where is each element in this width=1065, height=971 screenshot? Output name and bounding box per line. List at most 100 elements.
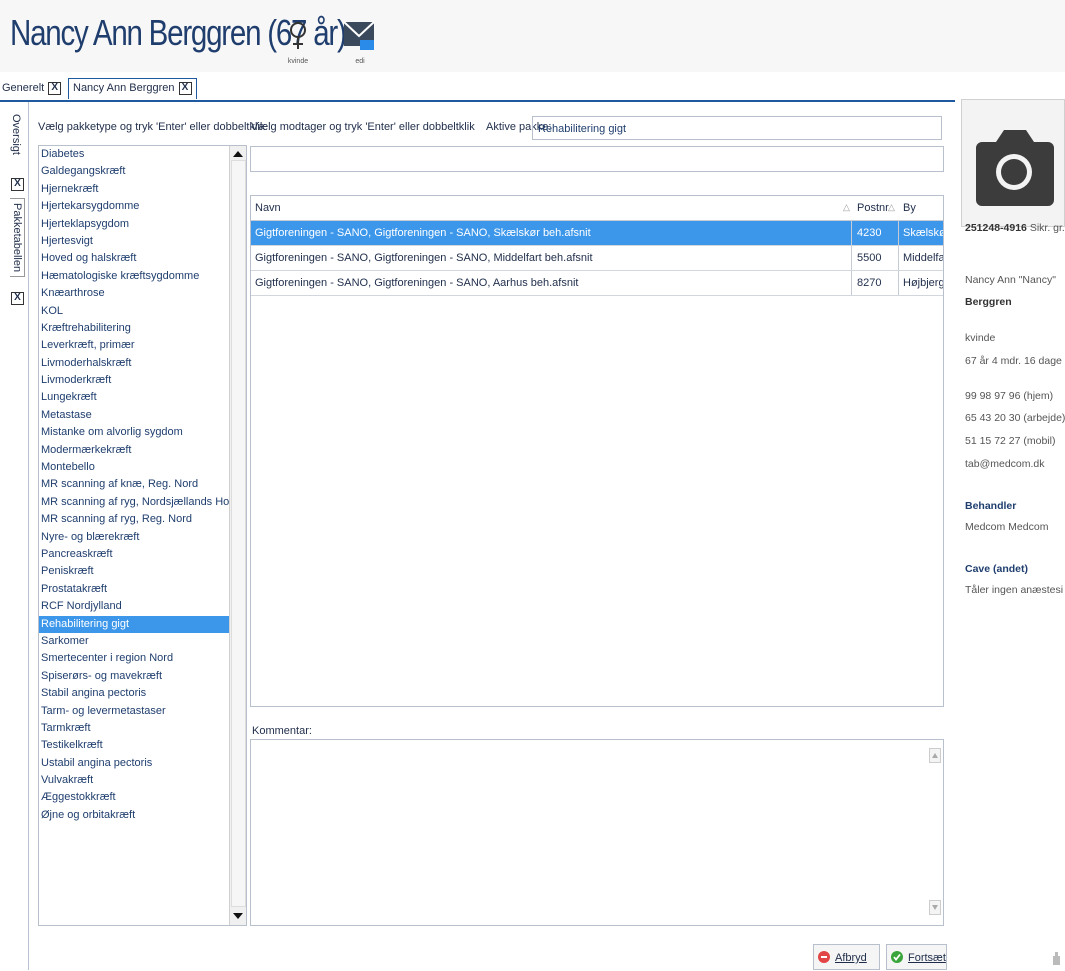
package-list-item[interactable]: Spiserørs- og mavekræft [39,668,229,685]
side-tabs: Oversigt X Pakketabellen X [0,102,29,970]
cave-label: Cave (andet) [965,563,1029,575]
table-row[interactable]: Gigtforeningen - SANO, Gigtforeningen - … [251,221,943,246]
scroll-thumb[interactable] [231,160,246,907]
package-list-item[interactable]: Pancreaskræft [39,546,229,563]
female-icon[interactable]: kvinde [278,16,318,66]
comment-textarea[interactable] [250,739,944,926]
table-row[interactable]: Gigtforeningen - SANO, Gigtforeningen - … [251,271,943,296]
package-list-item[interactable]: Nyre- og blærekræft [39,529,229,546]
package-list-item[interactable]: Smertecenter i region Nord [39,650,229,667]
sort-icon[interactable]: △ [888,196,895,218]
recipient-list-label: Vælg modtager og tryk 'Enter' eller dobb… [251,121,475,133]
package-list-item[interactable]: Hæmatologiske kræftsygdomme [39,268,229,285]
cell-by: Højbjerg [903,277,943,289]
package-list-item[interactable]: Vulvakræft [39,772,229,789]
package-list-item[interactable]: Æggestokkræft [39,789,229,806]
package-list-item[interactable]: Hoved og halskræft [39,250,229,267]
package-list-item[interactable]: Kræftrehabilitering [39,320,229,337]
column-divider [898,246,899,270]
sort-icon[interactable]: △ [843,196,850,218]
close-icon[interactable]: X [178,81,192,95]
package-list-item[interactable]: Livmoderkræft [39,372,229,389]
package-list-item[interactable]: Montebello [39,459,229,476]
recipient-grid: Navn △ Postnr △ By Gigtforeningen - SANO… [250,195,944,707]
package-list-item[interactable]: MR scanning af ryg, Nordsjællands Hospit… [39,494,229,511]
package-list-item[interactable]: Sarkomer [39,633,229,650]
package-list-item[interactable]: Testikelkræft [39,737,229,754]
cell-postnr: 4230 [857,227,882,239]
patient-name-line1: Nancy Ann "Nancy" [965,274,1056,286]
active-package-field[interactable]: Rehabilitering gigt [532,116,942,140]
mail-icon[interactable]: edi [340,16,380,66]
header-bar: Nancy Ann Berggren (67 år) kvinde edi [0,0,1065,72]
tab-patient[interactable]: Nancy Ann Berggren X [68,78,197,99]
cell-by: Skælskør [903,227,943,239]
column-header-by[interactable]: By [903,196,916,220]
phone-mobile: 51 15 72 27 (mobil) [965,435,1056,447]
package-list-item[interactable]: Lungekræft [39,389,229,406]
scroll-up-icon[interactable] [233,151,243,157]
package-list-item[interactable]: Hjertesvigt [39,233,229,250]
side-tab-pakketabellen[interactable]: Pakketabellen [10,198,25,278]
package-list-item[interactable]: Hjertekarsygdomme [39,198,229,215]
scroll-down-icon[interactable] [233,913,243,919]
column-header-navn[interactable]: Navn [255,196,281,220]
package-list[interactable]: Diabetes Galdegangskræft Hjernekræft Hjerte… [38,145,247,926]
package-list-item[interactable]: Stabil angina pectoris [39,685,229,702]
tab-generelt[interactable]: Generelt X [2,79,62,97]
scroll-up-icon[interactable] [929,748,941,763]
cancel-button[interactable]: Afbryd [813,944,880,970]
package-list-item[interactable]: Øjne og orbitakræft [39,807,229,824]
package-list-item[interactable]: Metastase [39,407,229,424]
package-list-item[interactable]: Hjerteklapsygdom [39,216,229,233]
column-divider [851,246,852,270]
package-list-item[interactable]: RCF Nordjylland [39,598,229,615]
close-icon[interactable]: X [11,292,24,305]
settings-icon[interactable] [1050,950,1062,966]
package-list-item[interactable]: Tarmkræft [39,720,229,737]
package-list-item[interactable]: Peniskræft [39,563,229,580]
tab-bar: Generelt X Nancy Ann Berggren X [0,78,955,102]
cell-name: Gigtforeningen - SANO, Gigtforeningen - … [255,252,593,264]
package-list-item[interactable]: Modermærkekræft [39,442,229,459]
tab-label: Nancy Ann Berggren [73,82,175,94]
package-list-item[interactable]: Tarm- og levermetastaser [39,703,229,720]
behandler-value: Medcom Medcom [965,521,1049,533]
package-list-item[interactable]: Leverkræft, primær [39,337,229,354]
patient-insurance: Sikr. gr.1 [1029,222,1065,234]
tab-label: Generelt [2,82,45,94]
side-tab-oversigt[interactable]: Oversigt [10,114,22,155]
package-list-item[interactable]: Diabetes [39,146,229,163]
cell-name: Gigtforeningen - SANO, Gigtforeningen - … [255,277,579,289]
cell-name: Gigtforeningen - SANO, Gigtforeningen - … [255,227,591,239]
comment-scrollbar[interactable] [927,742,941,922]
package-list-scrollbar[interactable] [229,146,246,925]
package-list-item[interactable]: Prostatakræft [39,581,229,598]
phone-home: 99 98 97 96 (hjem) [965,390,1054,402]
scroll-down-icon[interactable] [929,900,941,915]
column-divider [898,221,899,245]
comment-label: Kommentar: [252,725,312,737]
column-header-postnr[interactable]: Postnr [857,196,889,220]
table-row[interactable]: Gigtforeningen - SANO, Gigtforeningen - … [251,246,943,271]
package-list-item[interactable]: MR scanning af ryg, Reg. Nord [39,511,229,528]
package-list-item[interactable]: MR scanning af knæ, Reg. Nord [39,476,229,493]
close-icon[interactable]: X [11,178,24,191]
package-list-item[interactable]: Mistanke om alvorlig sygdom [39,424,229,441]
package-list-item[interactable]: Knæarthrose [39,285,229,302]
recipient-search-input[interactable] [250,146,944,172]
cancel-icon [818,951,830,964]
package-list-item[interactable]: Hjernekræft [39,181,229,198]
patient-email[interactable]: tab@medcom.dk [965,458,1045,470]
patient-photo-placeholder[interactable] [961,99,1065,227]
package-list-item[interactable]: Ustabil angina pectoris [39,755,229,772]
package-list-item[interactable]: Rehabilitering gigt [39,615,229,633]
continue-button[interactable]: Fortsæt [886,944,947,970]
patient-name-line2: Berggren [965,296,1012,308]
patient-age: 67 år 4 mdr. 16 dage [965,355,1062,367]
package-list-item[interactable]: KOL [39,303,229,320]
cell-by: Middelfart [903,252,943,264]
close-icon[interactable]: X [48,81,62,95]
package-list-item[interactable]: Galdegangskræft [39,163,229,180]
package-list-item[interactable]: Livmoderhalskræft [39,355,229,372]
